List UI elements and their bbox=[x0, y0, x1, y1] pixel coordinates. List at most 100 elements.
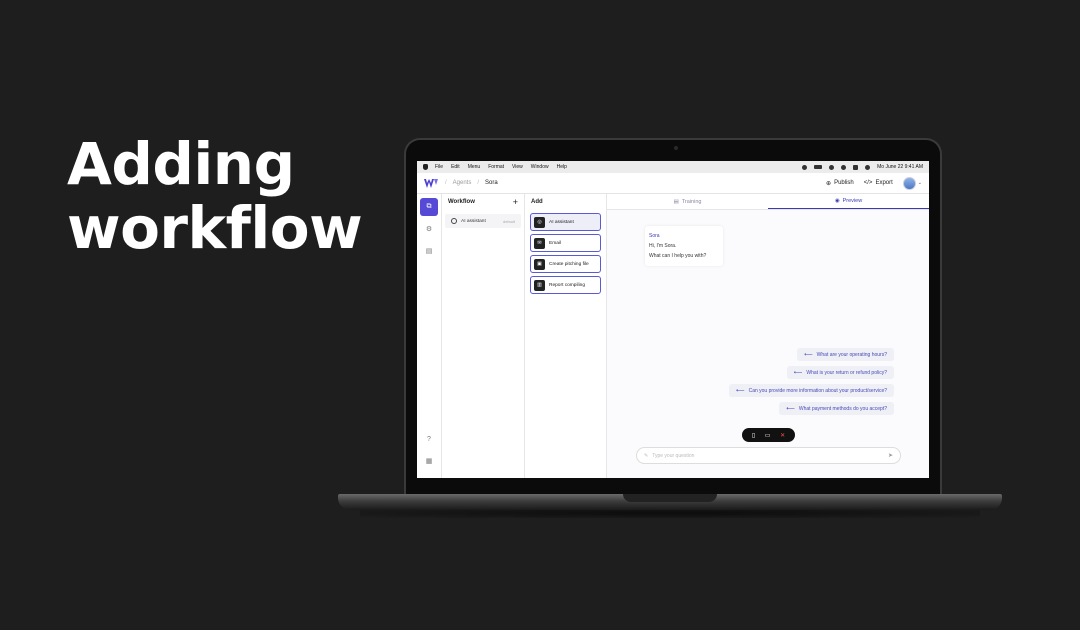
suggestion-chip[interactable]: ⟵ What are your operating hours? bbox=[797, 348, 894, 361]
breadcrumb-agents[interactable]: Agents bbox=[453, 180, 472, 186]
arrow-left-icon: ⟵ bbox=[735, 388, 745, 394]
wifi-icon[interactable] bbox=[829, 164, 835, 170]
add-panel: Add ◎ AI assistant ✉ Email ▣ Create pitc… bbox=[525, 194, 607, 478]
globe-icon: ⊕ bbox=[826, 180, 832, 187]
rail-help[interactable]: ? bbox=[420, 430, 438, 448]
chat-input[interactable]: ✎ Type your question ➤ bbox=[636, 447, 901, 464]
menu-file[interactable]: File bbox=[435, 164, 443, 170]
app-logo-icon[interactable] bbox=[424, 178, 439, 188]
workflow-title: Workflow bbox=[448, 199, 475, 205]
rail-settings[interactable]: ⚙ bbox=[420, 220, 438, 238]
menu-window[interactable]: Window bbox=[531, 164, 549, 170]
add-item-label: AI assistant bbox=[549, 219, 574, 225]
tab-training-label: Training bbox=[681, 198, 702, 205]
help-icon: ? bbox=[427, 435, 431, 443]
workflow-item-label: AI assistant bbox=[461, 218, 486, 224]
tab-preview-label: Preview bbox=[842, 198, 863, 204]
tab-preview[interactable]: ◉ Preview bbox=[768, 194, 929, 209]
email-icon: ✉ bbox=[534, 237, 545, 249]
training-icon: ▤ bbox=[673, 198, 679, 205]
add-item-label: Report compiling bbox=[549, 282, 585, 288]
workflow-icon: ⧉ bbox=[426, 203, 432, 210]
status-icon[interactable] bbox=[802, 164, 808, 170]
add-item-ai-assistant[interactable]: ◎ AI assistant bbox=[530, 213, 601, 231]
export-label: Export bbox=[875, 180, 893, 186]
close-icon[interactable]: ✕ bbox=[780, 432, 785, 439]
report-icon: ▥ bbox=[534, 279, 545, 291]
mobile-icon[interactable]: ▯ bbox=[752, 432, 755, 439]
clock: Mo June 22 9:41 AM bbox=[877, 164, 923, 170]
headline-line-1: Adding bbox=[67, 130, 295, 198]
camera-dot bbox=[674, 146, 678, 150]
add-item-label: Email bbox=[549, 240, 561, 246]
add-workflow-button[interactable]: + bbox=[513, 197, 518, 207]
bot-name: Sora bbox=[649, 233, 660, 239]
menu-menu[interactable]: Menu bbox=[468, 164, 481, 170]
device-toggle: ▯ ▭ ✕ bbox=[742, 428, 795, 442]
suggestion-chip[interactable]: ⟵ What payment methods do you accept? bbox=[779, 402, 894, 415]
rail-docs[interactable]: ▤ bbox=[420, 242, 438, 260]
rail-workflow[interactable]: ⧉ bbox=[420, 198, 438, 216]
send-icon[interactable]: ➤ bbox=[888, 452, 893, 459]
menu-help[interactable]: Help bbox=[557, 164, 567, 170]
publish-button[interactable]: ⊕ Publish bbox=[826, 180, 854, 187]
file-icon: ▣ bbox=[534, 258, 545, 270]
workflow-item[interactable]: AI assistant default bbox=[445, 214, 521, 228]
publish-label: Publish bbox=[834, 180, 854, 186]
bot-line-2: What can I help you with? bbox=[649, 253, 707, 259]
suggestion-chip[interactable]: ⟵ What is your return or refund policy? bbox=[786, 366, 894, 379]
chat-input-placeholder: Type your question bbox=[652, 452, 695, 459]
add-title: Add bbox=[531, 199, 543, 205]
assistant-icon bbox=[451, 218, 457, 224]
bot-message: Sora Hi, I'm Sora. What can I help you w… bbox=[645, 226, 723, 266]
gear-icon: ⚙ bbox=[425, 226, 433, 233]
add-item-pitching-file[interactable]: ▣ Create pitching file bbox=[530, 255, 601, 273]
suggestion-label: What is your return or refund policy? bbox=[806, 369, 887, 376]
chevron-down-icon[interactable]: ⌄ bbox=[918, 180, 922, 186]
breadcrumb-separator: / bbox=[445, 180, 447, 186]
app-topbar: / Agents / Sora ⊕ Publish </> Export ⌄ bbox=[417, 173, 929, 194]
siri-icon[interactable] bbox=[865, 164, 871, 170]
notes-icon: ▦ bbox=[425, 458, 433, 465]
suggestion-label: What payment methods do you accept? bbox=[798, 405, 887, 412]
add-item-label: Create pitching file bbox=[549, 261, 589, 267]
headline-line-2: workflow bbox=[67, 194, 363, 262]
menu-format[interactable]: Format bbox=[488, 164, 504, 170]
suggestion-label: Can you provide more information about y… bbox=[748, 387, 887, 394]
breadcrumb-separator: / bbox=[477, 180, 480, 186]
control-center-icon[interactable] bbox=[853, 164, 859, 170]
arrow-left-icon: ⟵ bbox=[786, 406, 795, 412]
code-icon: </> bbox=[863, 180, 873, 186]
add-item-report[interactable]: ▥ Report compiling bbox=[530, 276, 601, 294]
workflow-panel: Workflow + AI assistant default bbox=[442, 194, 525, 478]
add-item-email[interactable]: ✉ Email bbox=[530, 234, 601, 252]
os-menubar: File Edit Menu Format View Window Help M… bbox=[417, 161, 929, 173]
laptop-base bbox=[338, 494, 1002, 510]
headline: Adding workflow bbox=[67, 130, 363, 262]
breadcrumb-sora: Sora bbox=[485, 180, 498, 186]
battery-icon[interactable] bbox=[814, 165, 823, 169]
document-icon: ▤ bbox=[425, 248, 433, 255]
avatar[interactable] bbox=[902, 176, 916, 190]
menu-edit[interactable]: Edit bbox=[451, 164, 460, 170]
app-screen: File Edit Menu Format View Window Help M… bbox=[417, 161, 929, 478]
bot-line-1: Hi, I'm Sora. bbox=[649, 243, 677, 249]
export-button[interactable]: </> Export bbox=[864, 180, 893, 186]
default-tag: default bbox=[502, 218, 515, 224]
suggestion-label: What are your operating hours? bbox=[816, 351, 887, 358]
menu-view[interactable]: View bbox=[512, 164, 523, 170]
rail-notes[interactable]: ▦ bbox=[420, 452, 438, 470]
desktop-icon[interactable]: ▭ bbox=[765, 432, 771, 439]
arrow-left-icon: ⟵ bbox=[804, 352, 813, 358]
tab-training[interactable]: ▤ Training bbox=[607, 194, 768, 209]
attach-icon[interactable]: ✎ bbox=[644, 453, 648, 459]
assistant-icon: ◎ bbox=[534, 216, 545, 228]
suggestion-chip[interactable]: ⟵ Can you provide more information about… bbox=[728, 384, 894, 397]
search-icon[interactable] bbox=[841, 164, 847, 170]
side-rail: ⧉ ⚙ ▤ ? ▦ bbox=[417, 194, 442, 478]
preview-area: ▤ Training ◉ Preview Sora Hi, I'm Sora. … bbox=[607, 194, 929, 478]
eye-icon: ◉ bbox=[834, 198, 840, 204]
arrow-left-icon: ⟵ bbox=[793, 370, 803, 376]
laptop-notch bbox=[623, 494, 717, 502]
apple-icon[interactable] bbox=[423, 164, 428, 170]
